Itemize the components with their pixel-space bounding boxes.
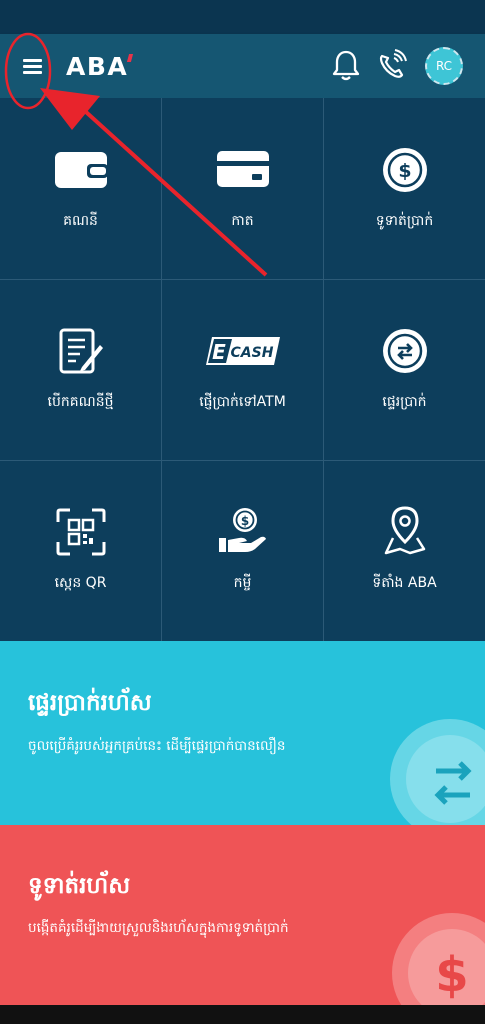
grid-item-aba-location[interactable]: ទីតាំង ABA — [324, 460, 485, 641]
ecash-icon: E CASH — [205, 337, 280, 365]
grid-item-payment[interactable]: $ ទូទាត់ប្រាក់ — [324, 98, 485, 279]
location-pin-icon — [384, 506, 425, 555]
card-icon — [216, 151, 269, 187]
hand-coin-icon: $ — [218, 508, 266, 552]
grid-item-label: គណនី — [63, 213, 98, 229]
quick-transfer-title: ផ្ទេរប្រាក់រហ័ស — [28, 690, 152, 716]
services-grid: គណនី កាត $ ទូទាត់ប្រាក់ បើកគណនីថ្មី E CA… — [0, 98, 485, 641]
quick-payment-banner[interactable]: ទូទាត់រហ័ស បង្កើតគំរូដើម្បីងាយស្រួលនិងរហ… — [0, 825, 485, 1005]
phone-call-icon[interactable] — [376, 48, 408, 82]
quick-transfer-desc: ចូលប្រើគំរូរបស់អ្នកគ្រប់នេះ ដើម្បីផ្ទេរប… — [28, 738, 286, 754]
quick-transfer-banner[interactable]: ផ្ទេរប្រាក់រហ័ស ចូលប្រើគំរូរបស់អ្នកគ្រប់… — [0, 641, 485, 825]
avatar[interactable]: RC — [425, 47, 463, 85]
quick-payment-title: ទូទាត់រហ័ស — [28, 873, 131, 899]
document-edit-icon — [59, 328, 103, 374]
qr-scan-icon — [56, 508, 105, 556]
system-nav-bar — [0, 1005, 485, 1024]
quick-payment-desc: បង្កើតគំរូដើម្បីងាយស្រួលនិងរហ័សក្នុងការទ… — [28, 920, 289, 936]
grid-divider — [161, 98, 162, 641]
grid-item-label: កម្ចី — [233, 575, 252, 591]
svg-text:$: $ — [398, 160, 411, 182]
grid-item-label: ស្កេន QR — [54, 575, 107, 591]
grid-item-account[interactable]: គណនី — [0, 98, 161, 279]
menu-icon-line — [23, 59, 42, 62]
menu-icon-line — [23, 71, 42, 74]
grid-item-label: ផ្ញើប្រាក់ទៅATM — [199, 394, 286, 410]
svg-text:$: $ — [240, 514, 248, 528]
logo-accent — [126, 54, 134, 62]
app-header: ABA RC — [0, 34, 485, 98]
transfer-arrows-icon — [390, 719, 485, 825]
dollar-coin-icon: $ — [392, 913, 485, 1005]
grid-item-label: បើកគណនីថ្មី — [47, 394, 114, 410]
status-bar — [0, 0, 485, 34]
grid-item-label: ផ្ទេរប្រាក់ — [382, 394, 427, 410]
grid-item-open-account[interactable]: បើកគណនីថ្មី — [0, 279, 161, 460]
grid-item-label: ទីតាំង ABA — [372, 575, 437, 591]
bell-icon[interactable] — [330, 48, 362, 82]
grid-item-label: ទូទាត់ប្រាក់ — [375, 213, 434, 229]
svg-text:$: $ — [435, 947, 468, 1003]
aba-logo: ABA — [66, 52, 129, 81]
grid-divider — [323, 98, 324, 641]
svg-text:E: E — [212, 340, 226, 364]
grid-item-transfer[interactable]: ផ្ទេរប្រាក់ — [324, 279, 485, 460]
grid-item-label: កាត — [231, 213, 254, 229]
grid-divider — [0, 279, 485, 280]
grid-item-ecash[interactable]: E CASH ផ្ញើប្រាក់ទៅATM — [162, 279, 323, 460]
wallet-icon — [54, 152, 108, 188]
menu-button[interactable] — [14, 48, 50, 84]
ecash-badge-text: CASH — [230, 345, 273, 361]
transfer-arrows-icon — [382, 329, 427, 373]
grid-item-scan-qr[interactable]: ស្កេន QR — [0, 460, 161, 641]
grid-divider — [0, 460, 485, 461]
dollar-coin-icon: $ — [382, 148, 427, 192]
grid-item-card[interactable]: កាត — [162, 98, 323, 279]
menu-icon-line — [23, 65, 42, 68]
grid-item-loan[interactable]: $ កម្ចី — [162, 460, 323, 641]
